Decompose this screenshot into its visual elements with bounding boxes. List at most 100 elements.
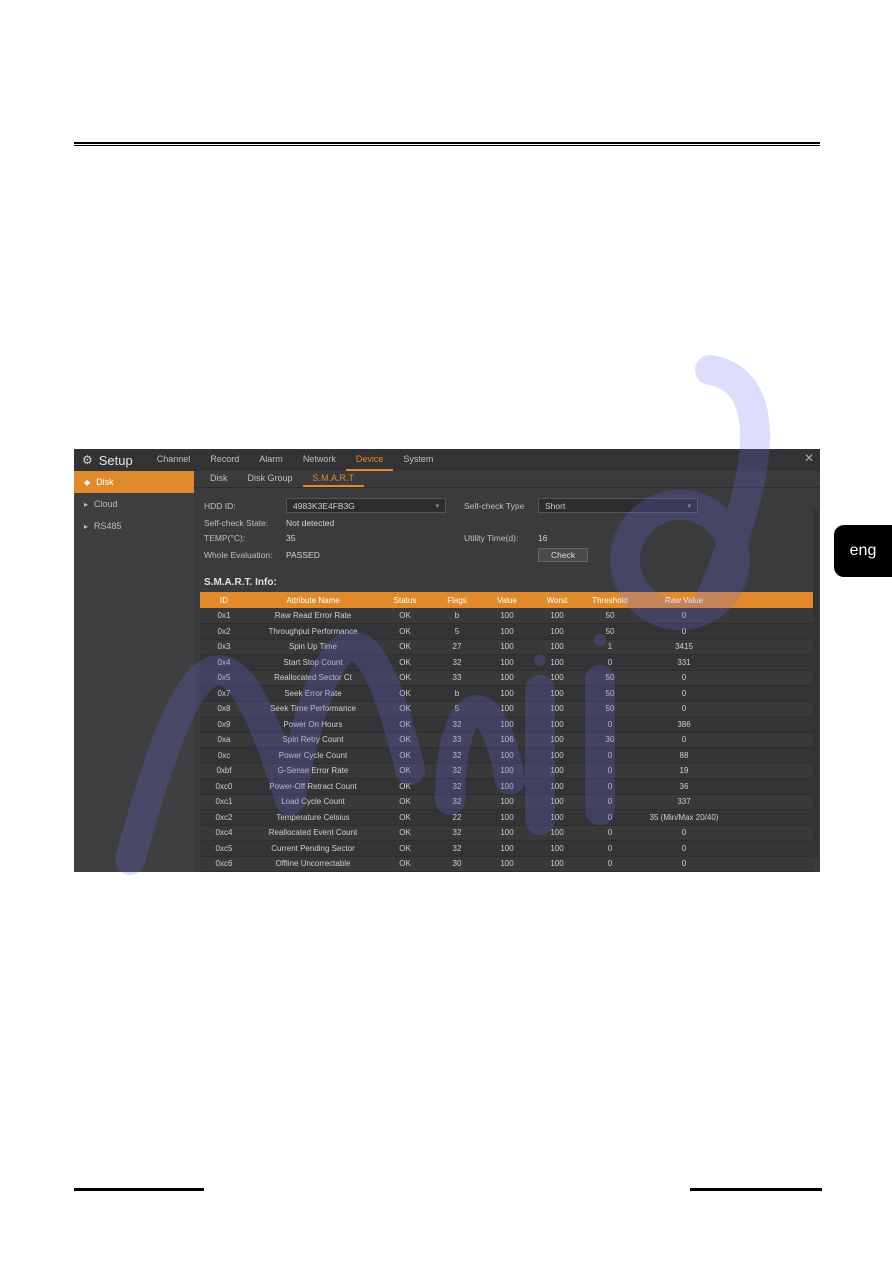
table-cell: 27 [432,639,482,655]
table-cell: 32 [432,763,482,779]
table-cell: OK [378,717,432,733]
subtab-disk-group[interactable]: Disk Group [238,471,303,487]
check-button[interactable]: Check [538,548,588,562]
table-cell [730,701,814,717]
topnav-item-device[interactable]: Device [346,449,394,471]
topnav-item-system[interactable]: System [393,449,443,471]
table-cell: 100 [482,841,532,857]
table-row[interactable]: 0xc6Offline UncorrectableOK3010010000 [200,856,814,872]
table-cell: 100 [482,763,532,779]
form-area: HDD ID: 4983K3E4FB3G ▾ Self-check Type S… [194,488,820,571]
sidebar-item-rs485[interactable]: ▸RS485 [74,515,194,537]
table-cell: 32 [432,825,482,841]
sidebar-item-cloud[interactable]: ▸Cloud [74,493,194,515]
sidebar-item-disk[interactable]: ◆Disk [74,471,194,493]
table-cell: 100 [482,825,532,841]
table-cell: 106 [482,732,532,748]
smart-header: Raw Value [638,592,730,608]
table-cell: Reallocated Sector Ct [248,670,378,686]
table-cell: 100 [482,670,532,686]
table-cell: 0 [638,732,730,748]
table-cell: 337 [638,794,730,810]
table-cell: Seek Time Performance [248,701,378,717]
table-row[interactable]: 0x2Throughput PerformanceOK5100100500 [200,624,814,640]
table-cell: 0 [582,763,638,779]
table-row[interactable]: 0x5Reallocated Sector CtOK33100100500 [200,670,814,686]
table-row[interactable]: 0xc4Reallocated Event CountOK3210010000 [200,825,814,841]
selfcheck-type-label: Self-check Type [464,501,538,511]
scrollbar[interactable] [813,509,818,859]
table-cell: 0x7 [200,686,248,702]
table-cell: 100 [532,624,582,640]
selfcheck-state-value: Not detected [286,518,334,528]
topnav-item-channel[interactable]: Channel [147,449,201,471]
table-cell: 0xc1 [200,794,248,810]
main-panel: DiskDisk GroupS.M.A.R.T HDD ID: 4983K3E4… [194,471,820,872]
table-cell: 100 [532,794,582,810]
table-cell: 100 [532,686,582,702]
table-row[interactable]: 0x1Raw Read Error RateOKb100100500 [200,608,814,624]
table-cell: 100 [532,701,582,717]
table-cell: Throughput Performance [248,624,378,640]
whole-eval-value: PASSED [286,550,446,560]
table-row[interactable]: 0x7Seek Error RateOKb100100500 [200,686,814,702]
subtab-s-m-a-r-t[interactable]: S.M.A.R.T [303,471,365,487]
table-cell: 100 [482,779,532,795]
table-cell: OK [378,825,432,841]
table-cell: 100 [482,717,532,733]
table-cell: 1 [582,639,638,655]
topnav-item-alarm[interactable]: Alarm [249,449,293,471]
table-cell: 0 [638,856,730,872]
page-bottom-rule-right [690,1188,822,1191]
selfcheck-state-label: Self-check State: [204,518,286,528]
topnav-item-network[interactable]: Network [293,449,346,471]
smart-info-title: S.M.A.R.T. Info: [194,571,820,592]
table-row[interactable]: 0xc2Temperature CelsiusOK22100100035 (Mi… [200,810,814,826]
language-badge[interactable]: eng [834,525,892,577]
selfcheck-type-dropdown[interactable]: Short ▾ [538,498,698,513]
table-row[interactable]: 0xc5Current Pending SectorOK3210010000 [200,841,814,857]
table-cell: 100 [482,655,532,671]
table-cell: 19 [638,763,730,779]
table-cell: 32 [432,748,482,764]
table-cell: 100 [532,779,582,795]
table-row[interactable]: 0x4Start Stop CountOK321001000331 [200,655,814,671]
table-cell: OK [378,794,432,810]
smart-table: IDAttribute NameStatusFlagsValueWorstThr… [200,592,814,872]
table-row[interactable]: 0x8Seek Time PerformanceOK5100100500 [200,701,814,717]
table-cell: b [432,608,482,624]
table-cell: OK [378,841,432,857]
table-cell: Reallocated Event Count [248,825,378,841]
table-cell: G-Sense Error Rate [248,763,378,779]
table-cell: 100 [482,794,532,810]
table-row[interactable]: 0xcPower Cycle CountOK32100100088 [200,748,814,764]
table-cell [730,779,814,795]
smart-header: Flags [432,592,482,608]
table-row[interactable]: 0x3Spin Up TimeOK2710010013415 [200,639,814,655]
topnav-item-record[interactable]: Record [200,449,249,471]
close-icon[interactable]: ✕ [804,451,814,465]
hdd-id-dropdown[interactable]: 4983K3E4FB3G ▾ [286,498,446,513]
subtab-disk[interactable]: Disk [200,471,238,487]
setup-window: ⚙ Setup ChannelRecordAlarmNetworkDeviceS… [74,449,820,872]
table-row[interactable]: 0xc0Power-Off Retract CountOK32100100036 [200,779,814,795]
table-cell [730,794,814,810]
table-row[interactable]: 0xbfG-Sense Error RateOK32100100019 [200,763,814,779]
table-cell [730,841,814,857]
table-row[interactable]: 0x9Power On HoursOK321001000386 [200,717,814,733]
table-cell: 50 [582,608,638,624]
table-row[interactable]: 0xc1Load Cycle CountOK321001000337 [200,794,814,810]
table-cell [730,748,814,764]
utility-time-value: 16 [538,533,547,543]
chevron-right-icon: ▸ [84,522,88,531]
table-cell: 32 [432,779,482,795]
table-cell: Power-Off Retract Count [248,779,378,795]
table-row[interactable]: 0xaSpin Retry CountOK33106100300 [200,732,814,748]
table-cell: 0 [638,670,730,686]
table-cell: Power On Hours [248,717,378,733]
table-cell: 0x3 [200,639,248,655]
table-cell: OK [378,779,432,795]
top-nav: ChannelRecordAlarmNetworkDeviceSystem [147,449,444,471]
gear-icon: ⚙ [82,453,93,467]
table-cell: 331 [638,655,730,671]
